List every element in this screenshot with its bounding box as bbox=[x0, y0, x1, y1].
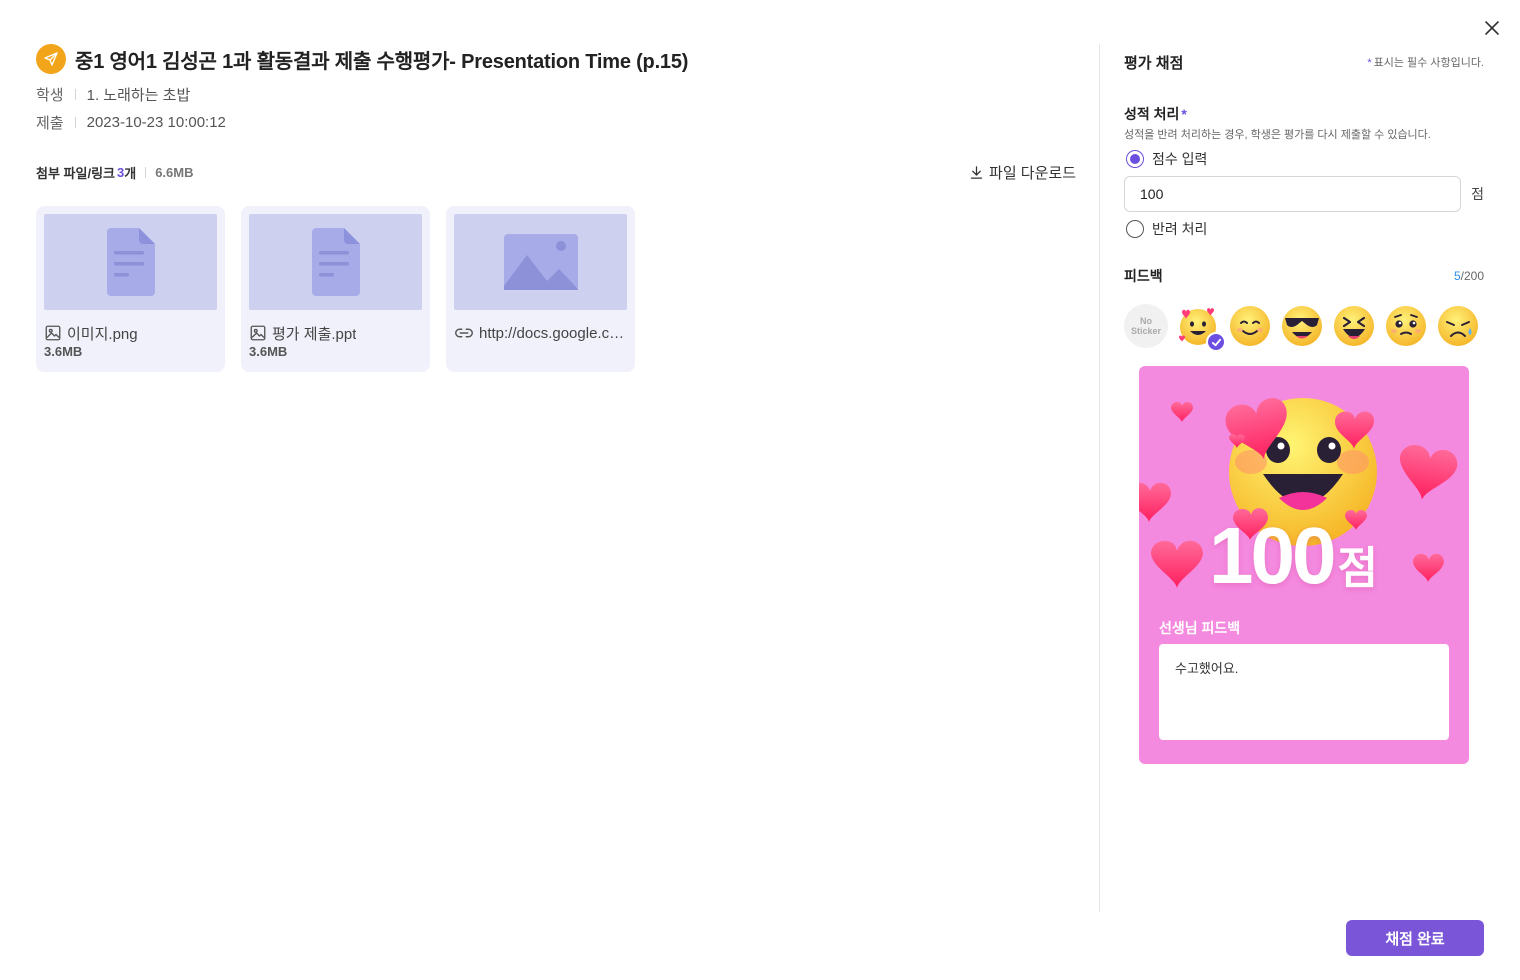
no-sticker-button[interactable]: No Sticker bbox=[1124, 304, 1168, 348]
submitted-label: 제출 bbox=[36, 114, 64, 132]
crying-face-icon bbox=[1438, 306, 1478, 346]
feedback-title: 피드백 bbox=[1124, 268, 1163, 284]
attachment-link: http://docs.google.com/presentation bbox=[479, 324, 627, 342]
preview-score: 100점 bbox=[1209, 516, 1378, 609]
sticker-sunglasses-face[interactable] bbox=[1280, 304, 1324, 348]
image-icon bbox=[250, 325, 266, 341]
preview-score-unit: 점 bbox=[1337, 544, 1378, 593]
no-sticker-line1: No bbox=[1140, 316, 1152, 326]
student-row: 학생 1. 노래하는 초밥 bbox=[36, 82, 1076, 106]
grading-panel: 평가 채점 * 표시는 필수 사항입니다. 성적 처리 * 성적을 반려 처리하는 … bbox=[1124, 50, 1484, 764]
attachment-thumbnail bbox=[249, 214, 422, 310]
sticker-laughing-face[interactable] bbox=[1332, 304, 1376, 348]
attachments-count-suffix: 개 bbox=[124, 165, 137, 181]
divider bbox=[74, 88, 76, 100]
grade-label-text: 성적 처리 bbox=[1124, 106, 1180, 122]
file-download-label: 파일 다운로드 bbox=[989, 164, 1076, 182]
page-title: 중1 영어1 김성곤 1과 활동결과 제출 수행평가- Presentation… bbox=[75, 50, 689, 73]
sticker-crying-face[interactable] bbox=[1436, 304, 1480, 348]
feedback-counter: 5/200 bbox=[1454, 269, 1484, 283]
submitted-value: 2023-10-23 10:00:12 bbox=[86, 113, 226, 131]
attachment-card[interactable]: 평가 제출.ppt 3.6MB bbox=[241, 206, 430, 372]
sticker-picker: No Sticker bbox=[1124, 302, 1484, 352]
reject-option[interactable]: 반려 처리 bbox=[1124, 218, 1484, 240]
send-icon bbox=[36, 44, 66, 74]
attachment-card[interactable]: http://docs.google.com/presentation bbox=[446, 206, 635, 372]
attachments-title: 첨부 파일/링크 bbox=[36, 165, 115, 181]
score-input-option[interactable]: 점수 입력 bbox=[1124, 148, 1484, 170]
image-icon bbox=[45, 325, 61, 341]
attachments-count: 3 bbox=[116, 164, 125, 180]
required-note-text: 표시는 필수 사항입니다. bbox=[1373, 57, 1484, 69]
score-input[interactable] bbox=[1124, 176, 1462, 212]
smiling-face-icon bbox=[1230, 306, 1270, 346]
feedback-count-current: 5 bbox=[1453, 269, 1461, 283]
divider bbox=[145, 166, 147, 178]
reject-radio[interactable] bbox=[1126, 220, 1144, 238]
attachments-total-size: 6.6MB bbox=[155, 164, 194, 180]
score-row: 점 bbox=[1124, 176, 1484, 212]
no-sticker-line2: Sticker bbox=[1130, 326, 1162, 336]
document-icon bbox=[106, 228, 155, 296]
sticker-hearts-face[interactable] bbox=[1176, 304, 1226, 352]
score-unit: 점 bbox=[1471, 186, 1484, 202]
reject-option-label: 반려 처리 bbox=[1152, 221, 1208, 237]
submitted-row: 제출 2023-10-23 10:00:12 bbox=[36, 110, 1076, 134]
grading-title: 평가 채점 bbox=[1124, 54, 1184, 72]
preview-score-value: 100 bbox=[1209, 511, 1336, 600]
title-row: 중1 영어1 김성곤 1과 활동결과 제출 수행평가- Presentation… bbox=[36, 40, 1076, 78]
required-mark: * bbox=[1367, 57, 1372, 69]
required-note: * 표시는 필수 사항입니다. bbox=[1367, 54, 1484, 70]
feedback-preview-card: 100점 선생님 피드백 수고했어요. bbox=[1139, 366, 1469, 764]
attachment-list: 이미지.png 3.6MB 평가 제출.ppt 3.6MB http://doc… bbox=[36, 206, 635, 372]
attachment-size: 3.6MB bbox=[44, 344, 83, 359]
sticker-smiling-face[interactable] bbox=[1228, 304, 1272, 348]
score-input-option-label: 점수 입력 bbox=[1152, 151, 1208, 167]
attachment-name-row: 이미지.png bbox=[44, 322, 217, 344]
file-download-button[interactable]: 파일 다운로드 bbox=[969, 160, 1076, 184]
download-icon bbox=[970, 165, 983, 179]
close-icon bbox=[1485, 21, 1499, 35]
feedback-count-max: /200 bbox=[1460, 269, 1484, 283]
attachment-thumbnail bbox=[44, 214, 217, 310]
attachments-header: 첨부 파일/링크 3 개 6.6MB 파일 다운로드 bbox=[36, 160, 1076, 184]
required-mark: * bbox=[1181, 106, 1187, 122]
sticker-pleading-face[interactable] bbox=[1384, 304, 1428, 348]
laughing-face-icon bbox=[1334, 306, 1374, 346]
close-button[interactable] bbox=[1480, 16, 1504, 40]
preview-feedback-text[interactable]: 수고했어요. bbox=[1159, 644, 1449, 740]
attachment-card[interactable]: 이미지.png 3.6MB bbox=[36, 206, 225, 372]
selected-check-icon bbox=[1206, 332, 1226, 352]
submission-panel: 중1 영어1 김성곤 1과 활동결과 제출 수행평가- Presentation… bbox=[36, 40, 1076, 372]
attachment-name: 이미지.png bbox=[67, 325, 138, 343]
attachment-name-row: http://docs.google.com/presentation bbox=[454, 322, 627, 344]
divider bbox=[74, 116, 76, 128]
pleading-face-icon bbox=[1386, 306, 1426, 346]
score-input-radio[interactable] bbox=[1126, 150, 1144, 168]
grading-complete-button[interactable]: 채점 완료 bbox=[1346, 920, 1484, 956]
attachment-name: 평가 제출.ppt bbox=[272, 325, 357, 343]
panel-divider bbox=[1099, 44, 1100, 912]
image-placeholder-icon bbox=[503, 234, 578, 290]
attachment-size: 3.6MB bbox=[249, 344, 288, 359]
grade-label: 성적 처리 * bbox=[1124, 104, 1484, 124]
link-icon bbox=[455, 328, 473, 338]
student-value: 1. 노래하는 초밥 bbox=[86, 86, 191, 104]
grade-description: 성적을 반려 처리하는 경우, 학생은 평가를 다시 제출할 수 있습니다. bbox=[1124, 129, 1431, 141]
sunglasses-face-icon bbox=[1282, 306, 1322, 346]
grading-header: 평가 채점 * 표시는 필수 사항입니다. bbox=[1124, 50, 1484, 74]
feedback-header: 피드백 5/200 bbox=[1124, 266, 1484, 286]
attachment-name-row: 평가 제출.ppt bbox=[249, 322, 422, 344]
student-label: 학생 bbox=[36, 86, 64, 104]
preview-feedback-label: 선생님 피드백 bbox=[1159, 620, 1241, 636]
attachment-thumbnail bbox=[454, 214, 627, 310]
document-icon bbox=[311, 228, 360, 296]
